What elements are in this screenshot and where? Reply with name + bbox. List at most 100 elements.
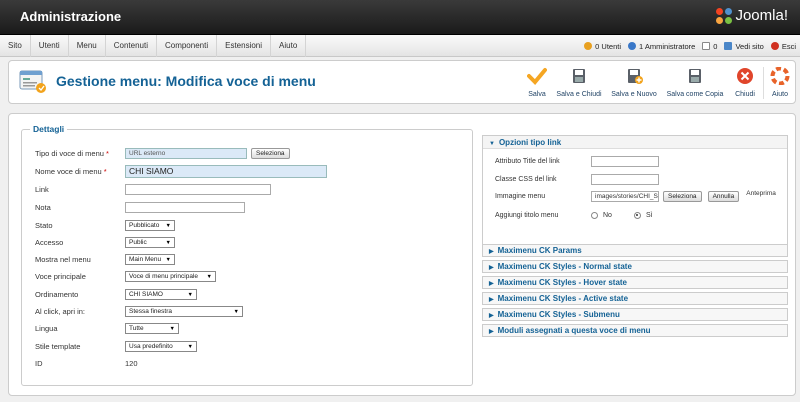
type-select-button[interactable]: Seleziona	[251, 147, 290, 159]
order-select[interactable]: CHI SIAMO	[125, 288, 197, 300]
image-cancel-button[interactable]: Annulla	[707, 190, 740, 202]
chevron-right-icon: ▶	[489, 265, 494, 271]
menu-aiuto[interactable]: Aiuto	[271, 35, 307, 57]
save-copy-button[interactable]: Salva come Copia	[665, 67, 725, 98]
access-label: Accesso	[35, 237, 64, 247]
name-label: Nome voce di menu *	[35, 166, 107, 176]
add-title-yes[interactable]: Sì	[633, 211, 653, 219]
menu-manager-icon	[19, 70, 46, 93]
row-css-class: Classe CSS del link	[495, 173, 659, 185]
link-options-panel: ▼ Opzioni tipo link Attributo Title del l…	[482, 135, 788, 249]
menu-utenti[interactable]: Utenti	[31, 35, 69, 57]
state-select[interactable]: Pubblicato	[125, 219, 175, 231]
row-note: Nota	[35, 200, 245, 214]
css-class-label: Classe CSS del link	[495, 175, 557, 183]
edit-form: Dettagli Tipo di voce di menu * URL este…	[8, 113, 796, 396]
add-title-no[interactable]: No	[591, 211, 612, 219]
messages-icon	[702, 42, 711, 50]
help-icon	[770, 66, 790, 86]
users-count: 0 Utenti	[595, 41, 622, 51]
save-close-button[interactable]: Salva e Chiudi	[555, 67, 603, 98]
access-select[interactable]: Public	[125, 236, 175, 248]
close-button[interactable]: Chiudi	[731, 67, 759, 98]
messages-status[interactable]: 0	[702, 42, 717, 51]
type-field[interactable]: URL esterno	[125, 147, 247, 159]
menu-sito[interactable]: Sito	[0, 35, 31, 57]
link-options-header[interactable]: ▼ Opzioni tipo link	[483, 136, 787, 149]
row-show-in-menu: Mostra nel menu Main Menu	[35, 252, 175, 266]
title-attr-field[interactable]	[591, 155, 659, 167]
save-close-label: Salva e Chiudi	[556, 91, 602, 98]
note-field[interactable]	[125, 201, 245, 213]
row-title-attr: Attributo Title del link	[495, 155, 659, 167]
row-id: ID 120	[35, 356, 138, 370]
save-label: Salva	[528, 91, 546, 98]
template-select[interactable]: Usa predefinito	[125, 340, 197, 352]
image-label: Immagine menu	[495, 192, 546, 200]
save-new-label: Salva e Nuovo	[611, 91, 657, 98]
menu-menu[interactable]: Menu	[69, 35, 106, 57]
menu-estensioni[interactable]: Estensioni	[217, 35, 272, 57]
template-label: Stile template	[35, 341, 81, 351]
messages-count: 0	[713, 41, 718, 51]
row-access: Accesso Public	[35, 235, 175, 249]
joomla-logo-icon	[716, 7, 733, 24]
help-button[interactable]: Aiuto	[767, 66, 793, 98]
image-select-button[interactable]: Seleziona	[663, 190, 702, 202]
row-parent: Voce principale Voce di menu principale	[35, 269, 216, 283]
joomla-logo[interactable]: Joomla!	[716, 7, 788, 24]
parent-label: Voce principale	[35, 271, 86, 281]
name-field[interactable]: CHI SIAMO	[125, 164, 327, 178]
image-field[interactable]: images/stories/CHI_SI...	[591, 190, 659, 202]
panel-submenu[interactable]: ▶ Maximenu CK Styles - Submenu	[482, 308, 788, 321]
joomla-brand: Joomla!	[735, 7, 788, 24]
link-field[interactable]	[125, 183, 271, 195]
close-label: Chiudi	[735, 91, 755, 98]
parent-select[interactable]: Voce di menu principale	[125, 270, 216, 282]
panel-assigned-modules[interactable]: ▶ Moduli assegnati a questa voce di menu	[482, 324, 788, 337]
floppy-copy-icon	[689, 69, 701, 83]
floppy-icon	[573, 69, 585, 83]
page-title: Gestione menu: Modifica voce di menu	[56, 73, 316, 89]
menu-contenuti[interactable]: Contenuti	[106, 35, 157, 57]
show-in-menu-label: Mostra nel menu	[35, 254, 91, 264]
chevron-right-icon: ▶	[489, 249, 494, 255]
chevron-right-icon: ▶	[489, 329, 494, 335]
chevron-right-icon: ▶	[489, 313, 494, 319]
panel-hover-state[interactable]: ▶ Maximenu CK Styles - Hover state	[482, 276, 788, 289]
row-link: Link	[35, 182, 271, 196]
radio-no-icon	[591, 211, 598, 219]
language-select[interactable]: Tutte	[125, 322, 179, 334]
radio-yes-icon	[633, 211, 641, 219]
row-type: Tipo di voce di menu * URL esterno Selez…	[35, 146, 290, 160]
save-new-button[interactable]: Salva e Nuovo	[609, 67, 659, 98]
logout-link[interactable]: Esci	[770, 42, 796, 51]
panel-normal-state[interactable]: ▶ Maximenu CK Styles - Normal state	[482, 260, 788, 273]
view-site-link[interactable]: Vedi sito	[724, 42, 764, 51]
state-label: Stato	[35, 220, 53, 230]
css-class-field[interactable]	[591, 173, 659, 185]
row-add-title: Aggiungi titolo menu No Sì	[495, 209, 675, 221]
row-state: Stato Pubblicato	[35, 218, 175, 232]
floppy-plus-icon	[628, 69, 643, 84]
status-bar: 0 Utenti 1 Amministratore 0 Vedi sito Es…	[577, 35, 796, 57]
menu-componenti[interactable]: Componenti	[157, 35, 218, 57]
admin-title: Administrazione	[20, 9, 122, 24]
row-order: Ordinamento CHI SIAMO	[35, 287, 197, 301]
panel-active-state[interactable]: ▶ Maximenu CK Styles - Active state	[482, 292, 788, 305]
note-label: Nota	[35, 202, 51, 212]
row-image: Immagine menu images/stories/CHI_SI... S…	[495, 190, 776, 202]
save-button[interactable]: Salva	[522, 67, 552, 98]
show-in-menu-select[interactable]: Main Menu	[125, 253, 175, 265]
view-site-icon	[724, 42, 733, 50]
link-label: Link	[35, 184, 49, 194]
onclick-label: Al click, apri in:	[35, 306, 86, 316]
add-title-label: Aggiungi titolo menu	[495, 211, 559, 219]
order-label: Ordinamento	[35, 289, 79, 299]
admin-icon	[628, 42, 637, 50]
admins-status[interactable]: 1 Amministratore	[628, 42, 695, 51]
onclick-select[interactable]: Stessa finestra	[125, 305, 243, 317]
users-status[interactable]: 0 Utenti	[584, 42, 621, 51]
panel-maximenu-params[interactable]: ▶ Maximenu CK Params	[482, 244, 788, 257]
admins-count: 1 Amministratore	[639, 41, 696, 51]
